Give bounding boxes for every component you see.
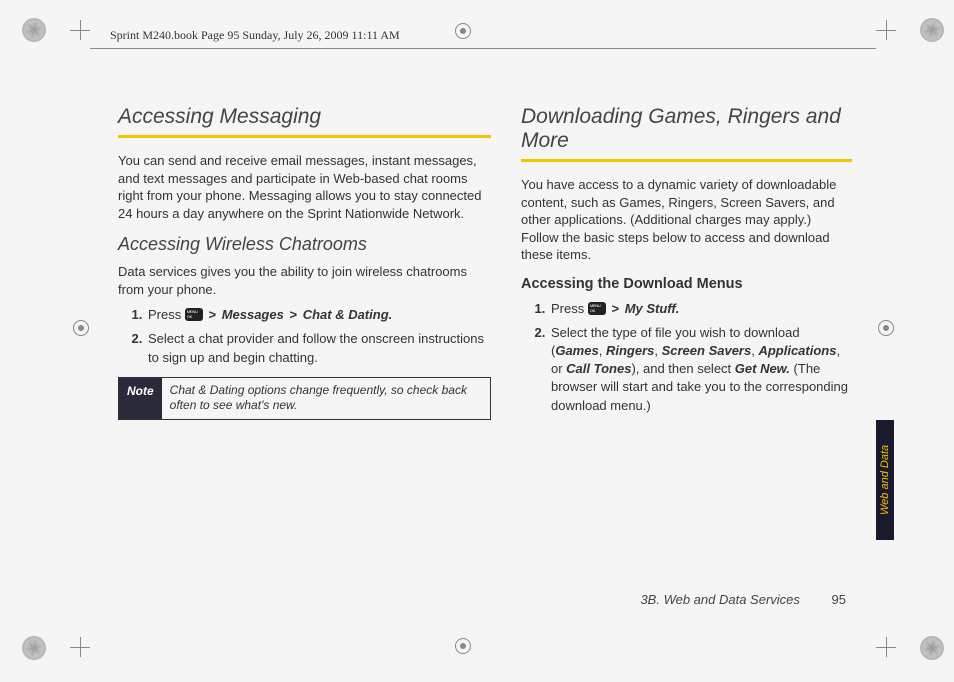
menu-path: My Stuff. <box>625 301 680 316</box>
body-paragraph: Data services gives you the ability to j… <box>118 263 491 298</box>
page-footer: 3B. Web and Data Services 95 <box>640 592 846 607</box>
section-heading: Accessing Messaging <box>118 105 491 138</box>
crop-ornament-icon <box>920 18 944 42</box>
crop-mark <box>70 20 90 40</box>
footer-section: 3B. Web and Data Services <box>640 592 799 607</box>
step-text: ), and then select <box>631 361 734 376</box>
step-text: Press <box>148 307 185 322</box>
page-number: 95 <box>832 592 846 607</box>
step-item: Press > My Stuff. <box>549 300 852 318</box>
option-name: Applications <box>758 343 836 358</box>
crop-mark <box>876 637 896 657</box>
menu-ok-key-icon <box>588 302 606 315</box>
option-name: Ringers <box>606 343 654 358</box>
note-label: Note <box>119 378 162 419</box>
crop-mark <box>876 20 896 40</box>
option-name: Screen Savers <box>662 343 752 358</box>
registration-target-icon <box>455 638 471 654</box>
registration-target-icon <box>73 320 89 336</box>
menu-ok-key-icon <box>185 308 203 321</box>
step-item: Select a chat provider and follow the on… <box>146 330 491 366</box>
step-text: Press <box>551 301 588 316</box>
step-list: Press > My Stuff. Select the type of fil… <box>549 300 852 415</box>
chevron-right-icon: > <box>208 307 216 322</box>
option-name: Games <box>555 343 598 358</box>
step-item: Press > Messages > Chat & Dating. <box>146 306 491 324</box>
crop-ornament-icon <box>22 636 46 660</box>
page-content: Accessing Messaging You can send and rec… <box>118 105 894 612</box>
crop-mark <box>70 637 90 657</box>
option-name: Get New. <box>735 361 790 376</box>
right-column: Downloading Games, Ringers and More You … <box>521 105 852 612</box>
subsection-heading: Accessing the Download Menus <box>521 276 852 292</box>
left-column: Accessing Messaging You can send and rec… <box>118 105 491 612</box>
crop-ornament-icon <box>920 636 944 660</box>
section-heading: Downloading Games, Ringers and More <box>521 105 852 162</box>
note-callout: Note Chat & Dating options change freque… <box>118 377 491 420</box>
registration-target-icon <box>455 23 471 39</box>
chevron-right-icon: > <box>289 307 297 322</box>
option-name: Call Tones <box>566 361 631 376</box>
chevron-right-icon: > <box>611 301 619 316</box>
intro-paragraph: You can send and receive email messages,… <box>118 152 491 222</box>
crop-ornament-icon <box>22 18 46 42</box>
intro-paragraph: You have access to a dynamic variety of … <box>521 176 852 264</box>
section-tab: Web and Data <box>876 420 894 540</box>
menu-path: Messages <box>222 307 284 322</box>
subsection-heading: Accessing Wireless Chatrooms <box>118 234 491 255</box>
header-rule <box>90 48 876 49</box>
note-text: Chat & Dating options change frequently,… <box>162 378 490 419</box>
book-header: Sprint M240.book Page 95 Sunday, July 26… <box>110 28 400 43</box>
right-column-wrap: Downloading Games, Ringers and More You … <box>521 105 894 612</box>
menu-path: Chat & Dating. <box>303 307 393 322</box>
step-list: Press > Messages > Chat & Dating. Select… <box>146 306 491 367</box>
step-item: Select the type of file you wish to down… <box>549 324 852 415</box>
